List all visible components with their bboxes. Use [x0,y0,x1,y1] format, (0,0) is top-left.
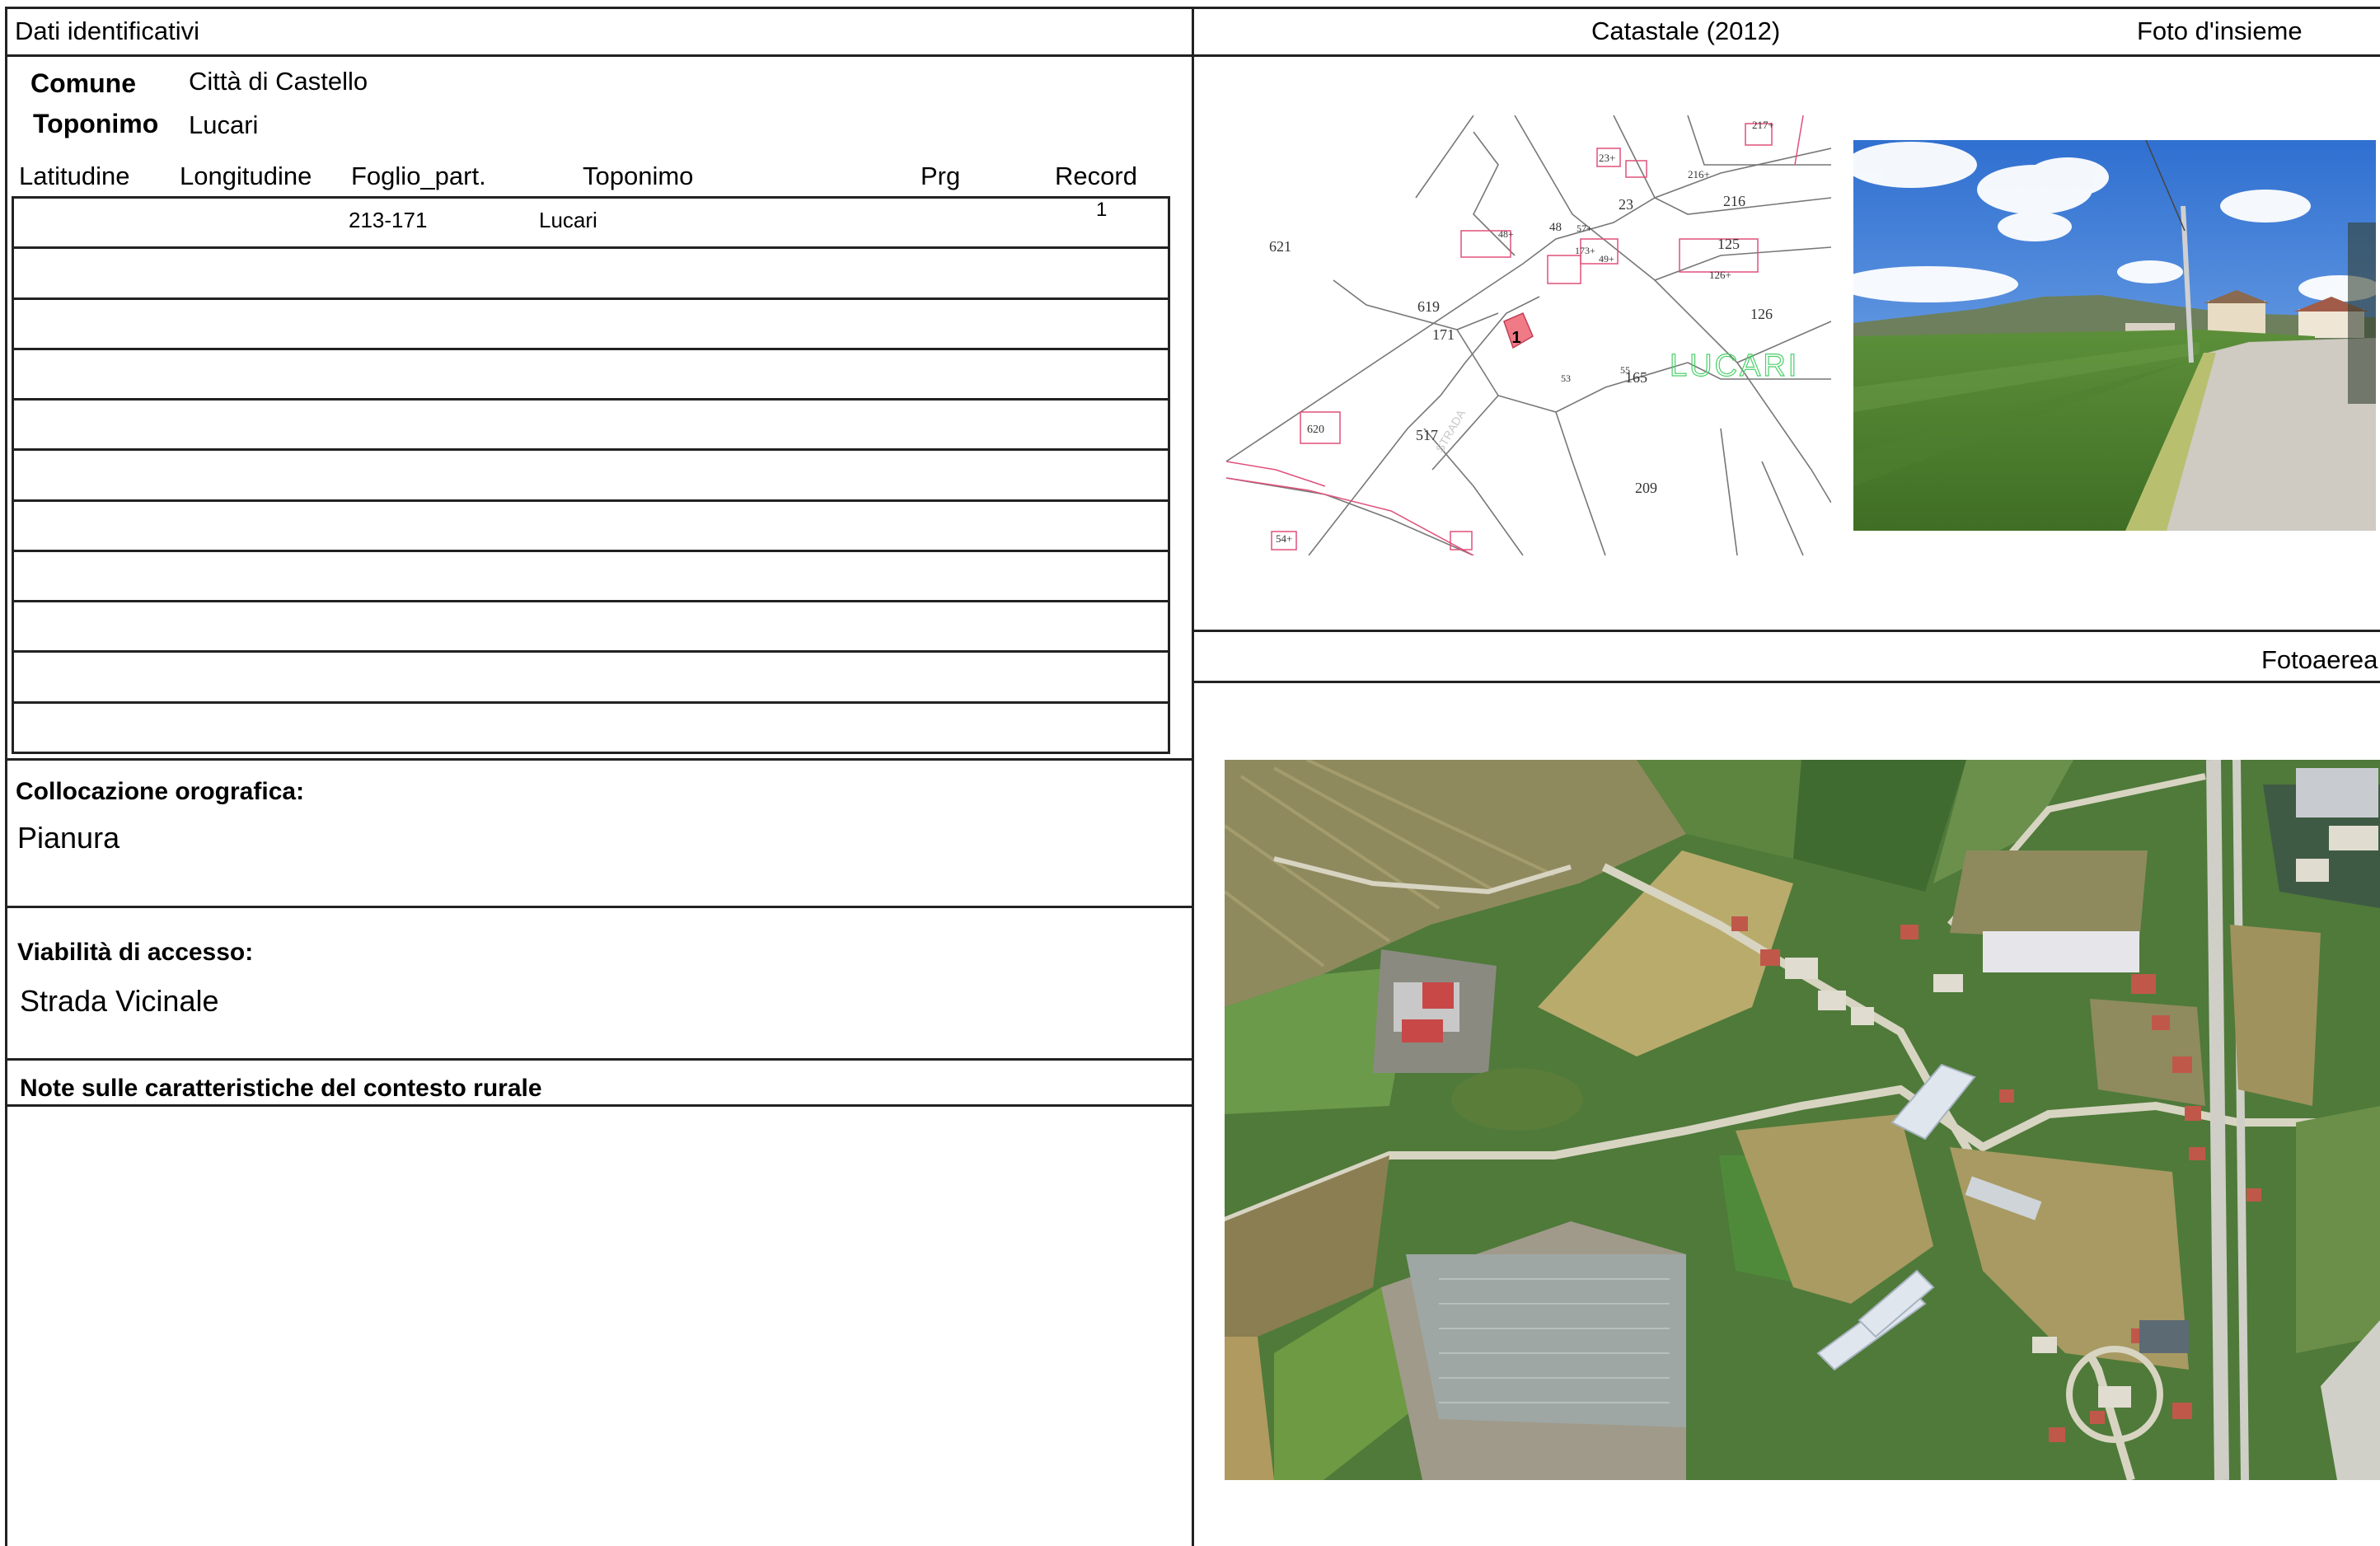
parcel-number: 48+ [1498,228,1514,240]
aerial-photo [1225,760,2380,1480]
section-title-fotoaerea: Fotoaerea [2261,645,2378,674]
parcel-number: 23+ [1599,152,1615,164]
parcel-number: 23 [1619,196,1633,213]
section-title-catastale: Catastale (2012) [1591,16,1781,45]
parcel-number: 53 [1561,372,1571,384]
column-header-record: Record [1055,162,1137,190]
note-top-border [5,1058,1193,1061]
parcel-number: 57+ [1577,223,1592,234]
frame-left-border [5,7,7,1546]
parcel-number: 48 [1549,221,1562,234]
parcel-number: 620 [1307,424,1324,436]
records-table [12,195,1170,755]
place-label-lucari: LUCARI [1670,349,1799,383]
column-divider [1192,7,1194,1546]
aerial-photo-drawing [1225,760,2380,1480]
table-row [12,549,1170,603]
cell-record: 1 [1096,199,1108,221]
column-header-toponimo: Toponimo [583,162,694,190]
orografia-value: Pianura [17,821,120,855]
parcel-number: 173+ [1575,245,1595,256]
parcel-number: 49+ [1599,253,1614,265]
table-row [12,297,1170,350]
parcel-number: 619 [1417,298,1440,315]
column-header-prg: Prg [921,162,961,190]
cell-toponimo: Lucari [539,208,597,232]
table-row [12,700,1170,755]
parcel-number: 621 [1269,238,1291,255]
parcel-number: 517 [1416,427,1438,443]
comune-label: Comune [30,68,136,98]
section-title-foto-insieme: Foto d'insieme [2137,16,2303,45]
orografia-label: Collocazione orografica: [16,778,305,805]
parcel-number: 217+ [1752,119,1774,131]
parcel-number: 216 [1723,193,1745,209]
table-row [12,448,1170,502]
column-header-foglio-part: Foglio_part. [351,162,486,190]
parcel-number: 126+ [1709,269,1731,281]
table-row [12,600,1170,654]
cadastral-map: 1 621 619 171 517 23 216 125 126 209 165… [1226,115,1831,555]
table-row [12,347,1170,401]
landscape-photo-drawing [1853,140,2376,531]
toponimo-label: Toponimo [33,109,159,138]
note-header-bottom-border [5,1104,1193,1107]
parcel-number: 171 [1432,326,1455,343]
toponimo-value: Lucari [189,110,259,139]
ortho-header-top-border [1192,630,2380,632]
viabilita-label: Viabilità di accesso: [17,939,254,966]
column-header-latitudine: Latitudine [19,162,130,190]
parcel-number: 216+ [1688,168,1710,180]
viabilita-top-border [5,906,1193,908]
column-header-longitudine: Longitudine [180,162,312,190]
road-label: STRADA [1433,407,1469,455]
orografia-top-border [5,758,1193,761]
ortho-header-bottom-border [1192,681,2380,683]
table-row [12,499,1170,552]
comune-value: Città di Castello [189,67,368,96]
parcel-number: 209 [1635,480,1657,496]
parcel-number: 125 [1717,236,1740,252]
parcel-number: 54+ [1276,532,1292,545]
parcel-number: 126 [1750,306,1773,322]
highlight-marker: 1 [1511,329,1520,347]
note-label: Note sulle caratteristiche del contesto … [20,1075,542,1102]
table-row [12,246,1170,300]
cell-foglio-part: 213-171 [349,208,428,232]
viabilita-value: Strada Vicinale [20,984,219,1018]
landscape-photo [1853,140,2376,531]
parcel-number: 55 [1620,364,1630,376]
table-row [12,650,1170,704]
section-title-dati-identificativi: Dati identificativi [15,16,199,45]
table-row [12,398,1170,452]
cadastral-map-drawing: 1 621 619 171 517 23 216 125 126 209 165… [1226,115,1831,555]
